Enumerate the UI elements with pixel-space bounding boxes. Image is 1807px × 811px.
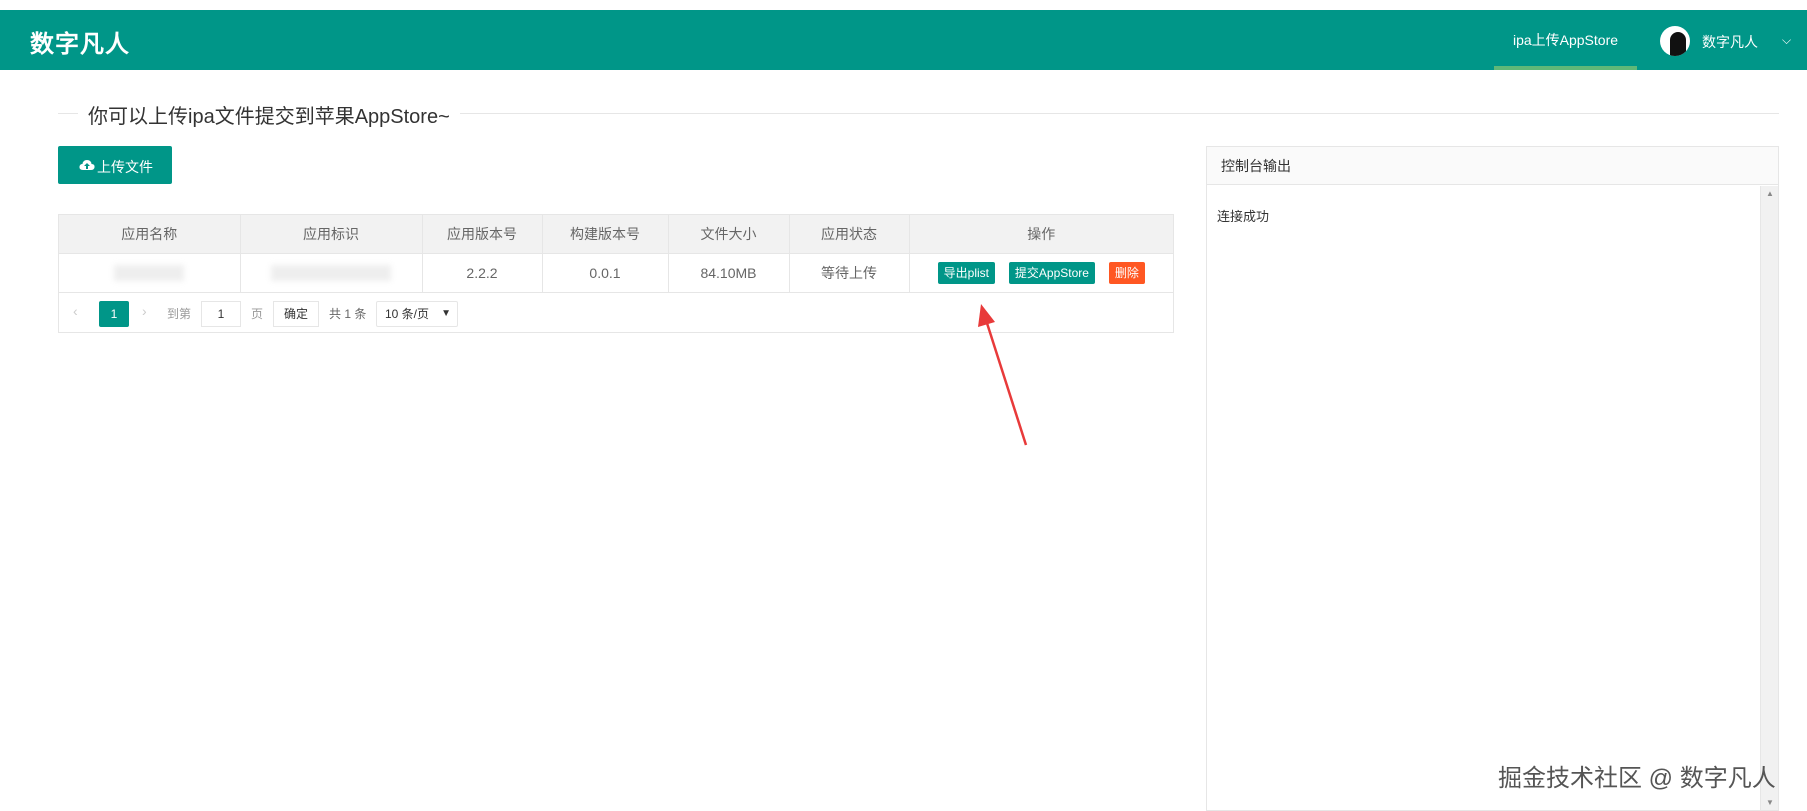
scroll-down-icon[interactable]: ▼ xyxy=(1766,798,1774,807)
delete-button[interactable]: 删除 xyxy=(1108,261,1145,284)
cloud-upload-icon xyxy=(79,160,95,170)
console-output: 连接成功 xyxy=(1207,186,1760,810)
redacted-app-id xyxy=(271,265,391,282)
console-log-line: 连接成功 xyxy=(1217,209,1270,224)
version-cell: 2.2.2 xyxy=(422,253,543,293)
scroll-up-icon[interactable]: ▲ xyxy=(1766,189,1774,198)
submit-appstore-button[interactable]: 提交AppStore xyxy=(1008,261,1095,284)
column-header: 操作 xyxy=(909,215,1173,254)
upload-file-label: 上传文件 xyxy=(97,159,153,175)
app-id-cell xyxy=(240,253,423,293)
status-cell: 等待上传 xyxy=(789,253,910,293)
chevron-right-icon[interactable]: › xyxy=(142,303,147,319)
nav-active-indicator xyxy=(1494,66,1637,70)
upload-file-button[interactable]: 上传文件 xyxy=(58,146,172,184)
export-plist-button[interactable]: 导出plist xyxy=(937,261,995,284)
console-panel: 控制台输出 连接成功 ▲ ▼ xyxy=(1206,146,1779,811)
goto-label: 到第 xyxy=(167,307,192,321)
chevron-down-icon: ⌵ xyxy=(1782,33,1792,47)
column-header: 构建版本号 xyxy=(542,215,669,254)
user-name: 数字凡人 xyxy=(1702,34,1758,50)
app-header: 数字凡人 ipa上传AppStore 数字凡人 ⌵ xyxy=(0,10,1807,70)
chevron-left-icon[interactable]: ‹ xyxy=(73,303,78,319)
page-size-value: 10 条/页 xyxy=(385,307,430,321)
console-title: 控制台输出 xyxy=(1207,147,1778,185)
build-cell: 0.0.1 xyxy=(542,253,669,293)
column-header: 应用名称 xyxy=(59,215,241,254)
app-name-cell xyxy=(59,253,241,293)
column-header: 应用标识 xyxy=(240,215,423,254)
console-scrollbar[interactable]: ▲ ▼ xyxy=(1760,186,1778,810)
actions-cell: 导出plist 提交AppStore 删除 xyxy=(909,253,1173,293)
table-header-row: 应用名称 应用标识 应用版本号 构建版本号 文件大小 应用状态 操作 xyxy=(59,215,1173,254)
size-cell: 84.10MB xyxy=(668,253,790,293)
current-page[interactable]: 1 xyxy=(99,301,129,327)
chevron-down-icon: ▼ xyxy=(441,308,451,319)
annotation-arrow-icon xyxy=(978,304,1028,446)
column-header: 文件大小 xyxy=(668,215,790,254)
confirm-button[interactable]: 确定 xyxy=(273,301,319,327)
watermark: 掘金技术社区 @ 数字凡人 xyxy=(1498,765,1776,792)
total-count: 共 1 条 xyxy=(329,307,367,321)
top-strip xyxy=(0,0,1807,10)
page-size-select[interactable]: 10 条/页 ▼ xyxy=(376,301,458,327)
nav-item-label: ipa上传AppStore xyxy=(1512,32,1619,48)
app-logo: 数字凡人 xyxy=(30,31,130,58)
nav-item-ipa-upload[interactable]: ipa上传AppStore xyxy=(1494,10,1637,70)
page-label: 页 xyxy=(251,307,264,321)
table-row: 2.2.2 0.0.1 84.10MB 等待上传 导出plist 提交AppSt… xyxy=(59,253,1173,293)
section-title: 你可以上传ipa文件提交到苹果AppStore~ xyxy=(78,100,460,129)
redacted-app-name xyxy=(114,265,185,282)
avatar xyxy=(1660,26,1690,56)
column-header: 应用版本号 xyxy=(422,215,543,254)
goto-page-input[interactable]: 1 xyxy=(201,301,241,327)
column-header: 应用状态 xyxy=(789,215,910,254)
